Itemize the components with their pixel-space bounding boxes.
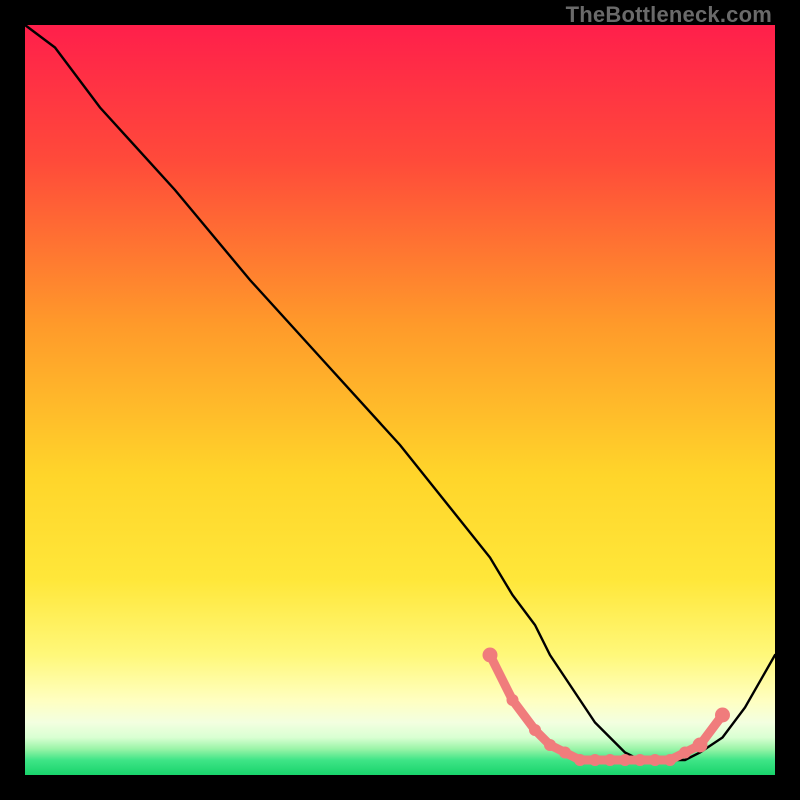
marker-dot (483, 648, 498, 663)
marker-dot (679, 747, 691, 759)
marker-dot (649, 754, 661, 766)
marker-dot (529, 724, 541, 736)
marker-dot (634, 754, 646, 766)
marker-dot (604, 754, 616, 766)
optimal-range-markers (483, 648, 731, 767)
curve-path (25, 25, 775, 760)
marker-dot (715, 708, 730, 723)
marker-dot (619, 754, 631, 766)
marker-dot (693, 738, 708, 753)
marker-segment (490, 655, 513, 700)
marker-dot (589, 754, 601, 766)
watermark-text: TheBottleneck.com (566, 2, 772, 28)
marker-dot (664, 754, 676, 766)
bottleneck-curve (25, 25, 775, 775)
marker-dot (507, 694, 519, 706)
marker-dot (559, 747, 571, 759)
marker-dot (544, 739, 556, 751)
marker-dot (574, 754, 586, 766)
chart-frame (25, 25, 775, 775)
